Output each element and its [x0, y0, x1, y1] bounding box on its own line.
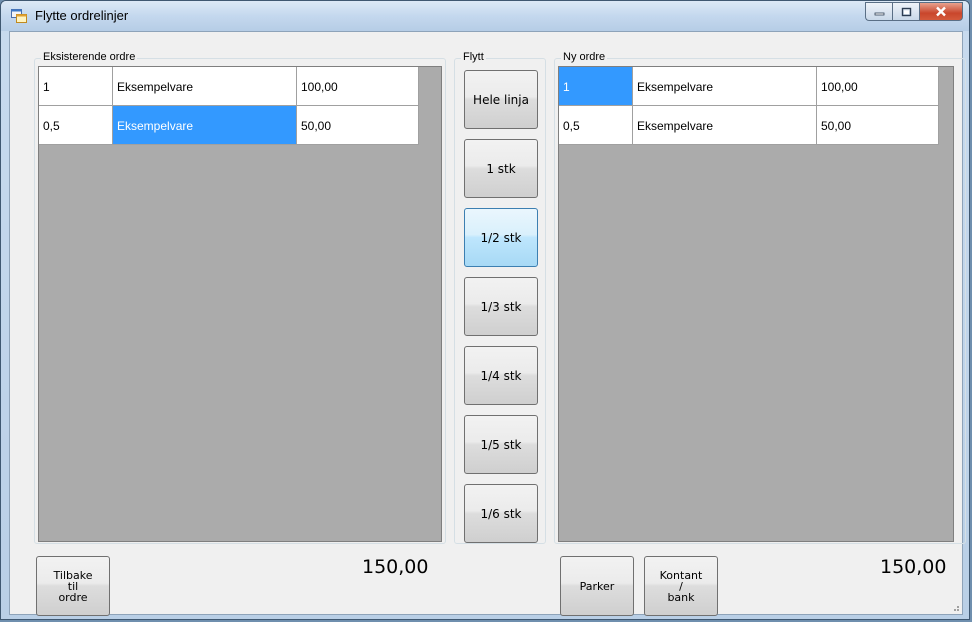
existing-order-label: Eksisterende ordre [41, 51, 138, 63]
existing-order-grid[interactable]: 1 Eksempelvare 100,00 0,5 Eksempelvare 5… [38, 66, 442, 542]
new-total: 150,00 [880, 556, 947, 578]
amount-cell[interactable]: 50,00 [817, 106, 939, 145]
move-fifth-button[interactable]: 1/5 stk [464, 415, 538, 474]
cash-bank-button[interactable]: Kontant / bank [644, 556, 718, 616]
close-icon [936, 6, 946, 17]
table-row[interactable]: 1 Eksempelvare 100,00 [559, 67, 939, 106]
move-whole-line-button[interactable]: Hele linja [464, 70, 538, 129]
item-cell[interactable]: Eksempelvare [113, 106, 297, 145]
table-row[interactable]: 0,5 Eksempelvare 50,00 [559, 106, 939, 145]
new-order-grid[interactable]: 1 Eksempelvare 100,00 0,5 Eksempelvare 5… [558, 66, 954, 542]
back-to-order-button[interactable]: Tilbake til ordre [36, 556, 110, 616]
qty-cell[interactable]: 1 [39, 67, 113, 106]
window-title: Flytte ordrelinjer [35, 8, 129, 23]
table-row[interactable]: 1 Eksempelvare 100,00 [39, 67, 419, 106]
amount-cell[interactable]: 100,00 [297, 67, 419, 106]
move-half-button[interactable]: 1/2 stk [464, 208, 538, 267]
resize-grip-icon[interactable] [950, 602, 960, 612]
move-label: Flytt [461, 51, 486, 63]
amount-cell[interactable]: 100,00 [817, 67, 939, 106]
item-cell[interactable]: Eksempelvare [113, 67, 297, 106]
window: Flytte ordrelinjer Eksisterende ordre 1 … [0, 0, 970, 620]
minimize-icon [874, 12, 884, 15]
minimize-button[interactable] [865, 2, 892, 21]
amount-cell[interactable]: 50,00 [297, 106, 419, 145]
qty-cell[interactable]: 0,5 [39, 106, 113, 145]
app-form-icon [11, 9, 27, 23]
move-sixth-button[interactable]: 1/6 stk [464, 484, 538, 543]
table-row[interactable]: 0,5 Eksempelvare 50,00 [39, 106, 419, 145]
move-third-button[interactable]: 1/3 stk [464, 277, 538, 336]
item-cell[interactable]: Eksempelvare [633, 67, 817, 106]
park-button[interactable]: Parker [560, 556, 634, 616]
new-order-label: Ny ordre [561, 51, 608, 63]
close-button[interactable] [919, 2, 963, 21]
maximize-icon [901, 7, 911, 16]
title-bar[interactable]: Flytte ordrelinjer [1, 1, 969, 31]
form-client-area: Eksisterende ordre 1 Eksempelvare 100,00… [9, 31, 966, 616]
move-1-button[interactable]: 1 stk [464, 139, 538, 198]
maximize-button[interactable] [892, 2, 919, 21]
existing-total: 150,00 [362, 556, 429, 578]
move-quarter-button[interactable]: 1/4 stk [464, 346, 538, 405]
qty-cell[interactable]: 0,5 [559, 106, 633, 145]
qty-cell[interactable]: 1 [559, 67, 633, 106]
item-cell[interactable]: Eksempelvare [633, 106, 817, 145]
